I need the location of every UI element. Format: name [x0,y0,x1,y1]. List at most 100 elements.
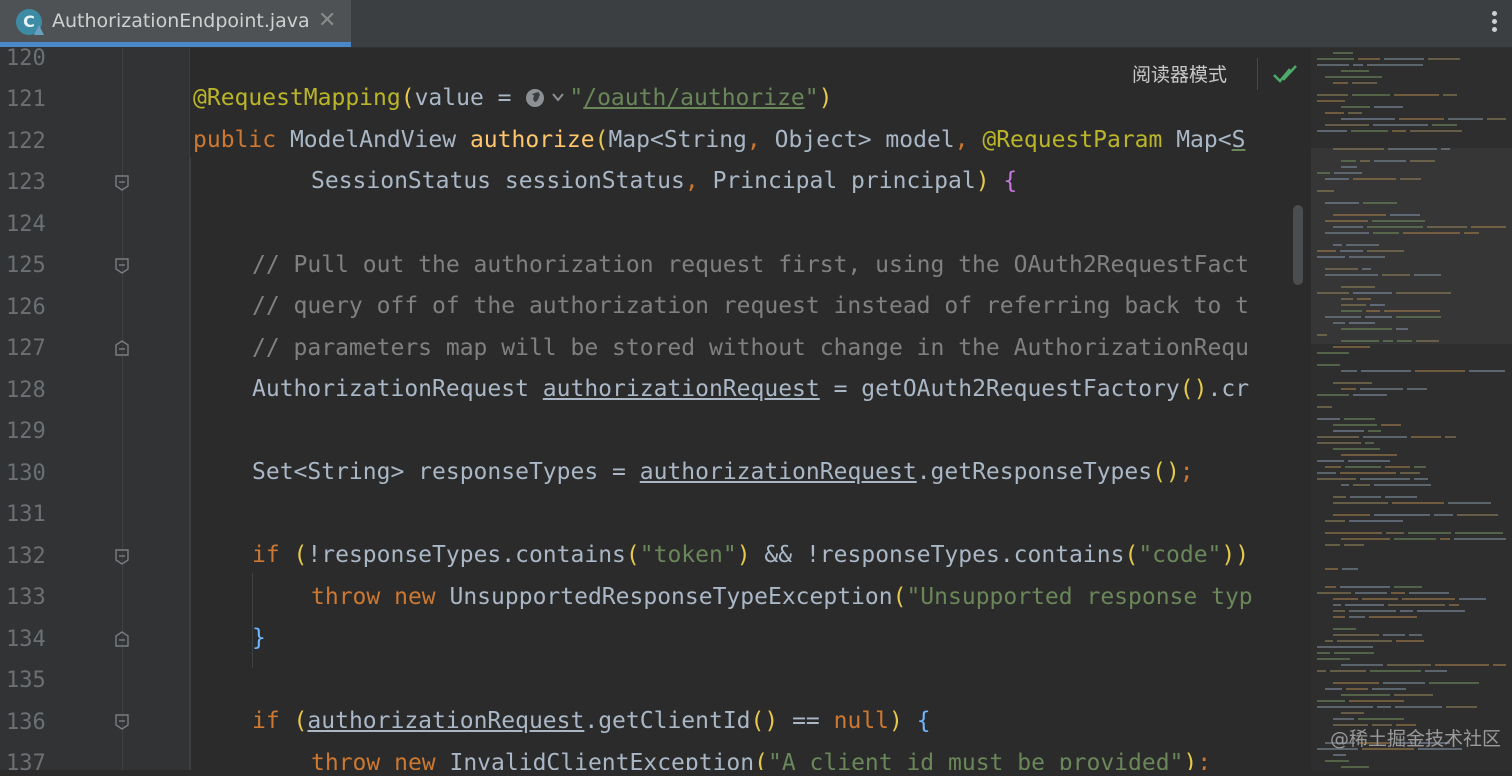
tab-authorization-endpoint[interactable]: C AuthorizationEndpoint.java ✕ [0,0,351,47]
paren: ) [975,168,990,194]
minimap-line [1432,124,1457,126]
minimap-line [1349,700,1404,702]
minimap-line [1449,604,1459,606]
minimap-line [1345,604,1384,606]
minimap-line [1427,226,1467,228]
method-name: authorize [469,127,595,153]
url-path-link[interactable]: /oauth/authorize [583,85,805,111]
fold-marker-icon[interactable] [114,175,130,191]
minimap-line [1414,478,1428,480]
minimap-line [1400,178,1421,180]
minimap-line [1333,598,1358,600]
minimap-line [1333,718,1354,720]
comma: , [684,168,713,194]
line-number: 130 [6,461,46,486]
minimap-line [1317,100,1345,102]
minimap-line [1410,160,1435,162]
minimap-line [1345,466,1381,468]
minimap-line [1383,634,1405,636]
minimap-line [1333,424,1377,426]
paren: ) [1221,542,1236,568]
minimap-line [1361,370,1411,372]
minimap-line [1487,118,1506,120]
minimap-line [1325,688,1342,690]
code-token: AuthorizationRequest [252,376,543,402]
annotation: @RequestParam [982,127,1163,153]
check-icon[interactable] [1272,62,1298,86]
minimap-line [1459,598,1486,600]
minimap-line [1317,670,1326,672]
paren: ( [293,542,308,568]
minimap-line [1367,250,1404,252]
code-line-130: Set<String> responseTypes = authorizatio… [252,452,1194,492]
watermark: @稀土掘金技术社区 [1330,728,1502,750]
minimap-line [1341,694,1390,696]
minimap-line [1317,658,1350,660]
minimap-line [1394,538,1436,540]
fold-end-marker-icon[interactable] [114,340,130,356]
minimap-line [1325,568,1338,570]
line-number: 121 [6,87,46,112]
minimap-line [1363,436,1407,438]
class-name: InvalidClientException [449,750,755,770]
more-vertical-icon[interactable] [1484,6,1504,36]
minimap-line [1334,652,1374,654]
minimap-line [1340,586,1390,588]
reader-mode-button[interactable]: 阅读器模式 [1132,60,1227,87]
line-number: 134 [6,627,46,652]
code-token: Map<String [608,127,747,153]
vertical-scrollbar-thumb[interactable] [1293,205,1303,285]
fold-end-marker-icon[interactable] [114,631,130,647]
minimap-line [1325,586,1336,588]
string-literal: "code" [1138,542,1222,568]
code-token: !responseTypes.contains [805,542,1125,568]
variable: authorizationRequest [542,376,820,402]
paren: () [1179,376,1208,402]
line-number: 126 [6,295,46,320]
fold-marker-icon[interactable] [114,258,130,274]
minimap-line [1341,484,1349,486]
minimap-line [1352,82,1377,84]
minimap-line [1317,364,1340,366]
globe-icon[interactable] [525,87,549,109]
keyword: null [833,708,890,734]
minimap-line [1317,172,1330,174]
minimap-line [1385,466,1410,468]
minimap-line [1464,232,1479,234]
minimap-line [1341,310,1362,312]
minimap-line [1392,130,1406,132]
chevron-down-icon[interactable] [551,90,565,104]
code-editor[interactable]: @RequestMapping(value = "/oauth/authoriz… [190,48,1310,770]
minimap-line [1317,706,1373,708]
minimap-line [1457,514,1498,516]
minimap-line [1388,604,1445,606]
minimap-line [1317,292,1349,294]
minimap-line [1434,514,1453,516]
code-minimap[interactable] [1311,48,1512,770]
minimap-line [1388,148,1437,150]
minimap-line [1367,226,1423,228]
paren: ( [293,708,308,734]
minimap-line [1317,190,1334,192]
paren: ) [1183,750,1198,770]
minimap-line [1374,160,1406,162]
minimap-line [1374,514,1430,516]
string-literal: "token" [639,542,737,568]
minimap-line [1446,706,1477,708]
paren: ( [892,584,907,610]
fold-marker-icon[interactable] [114,549,130,565]
minimap-line [1369,616,1417,618]
minimap-line [1325,124,1369,126]
minimap-line [1333,628,1356,630]
minimap-line [1330,670,1366,672]
minimap-line [1360,388,1403,390]
line-number: 131 [6,502,46,527]
minimap-line [1441,148,1450,150]
minimap-line [1341,298,1353,300]
minimap-line [1341,664,1383,666]
fold-marker-icon[interactable] [114,714,130,730]
close-icon[interactable]: ✕ [318,8,336,33]
minimap-line [1344,418,1375,420]
semicolon: ; [1197,750,1212,770]
